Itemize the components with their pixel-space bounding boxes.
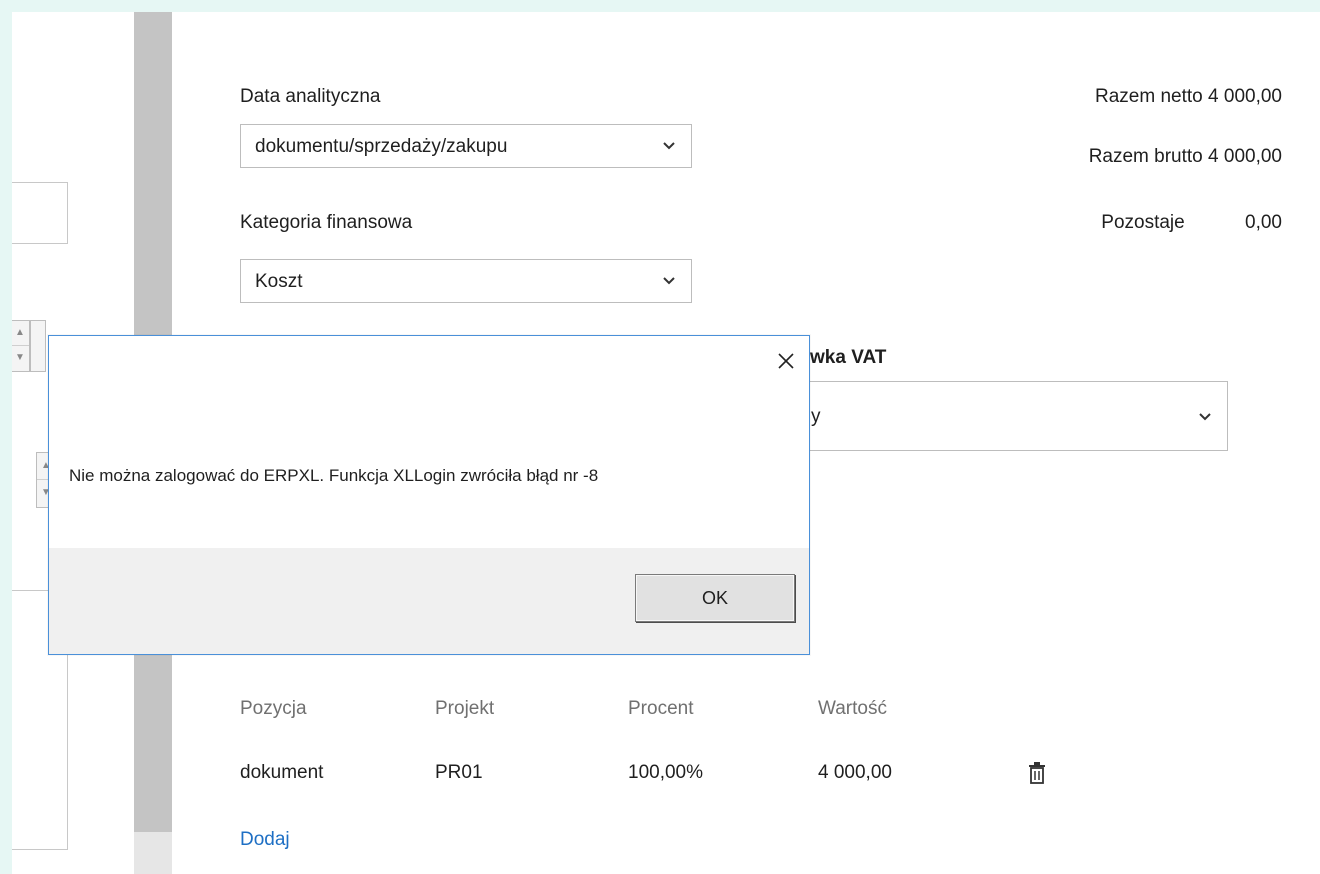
- razem-netto-label: Razem netto: [1095, 86, 1203, 107]
- cell-pozycja: dokument: [240, 762, 324, 783]
- stawka-vat-label: wka VAT: [810, 347, 887, 368]
- col-header-wartosc: Wartość: [818, 698, 887, 719]
- trash-icon[interactable]: [1028, 762, 1046, 784]
- razem-netto-row: Razem netto 4 000,00: [1095, 86, 1282, 108]
- left-dropdown-toggle-1[interactable]: [30, 320, 46, 372]
- stawka-vat-value: y: [811, 406, 821, 427]
- cell-wartosc: 4 000,00: [818, 762, 892, 783]
- close-icon[interactable]: [771, 346, 801, 376]
- data-analityczna-label: Data analityczna: [240, 86, 381, 107]
- spin-down-icon[interactable]: ▼: [12, 346, 29, 371]
- kategoria-finansowa-value: Koszt: [255, 271, 303, 292]
- data-analityczna-select[interactable]: dokumentu/sprzedaży/zakupu: [240, 124, 692, 168]
- col-header-pozycja: Pozycja: [240, 698, 307, 719]
- panel-divider-end: [134, 832, 172, 874]
- pozostaje-value: 0,00: [1245, 212, 1282, 233]
- dialog-footer: OK: [49, 548, 809, 654]
- stawka-vat-select[interactable]: y: [752, 381, 1228, 451]
- pozostaje-row: Pozostaje 0,00: [1101, 212, 1282, 234]
- dialog-message: Nie można zalogować do ERPXL. Funkcja XL…: [69, 466, 599, 485]
- add-position-link[interactable]: Dodaj: [240, 829, 290, 851]
- razem-brutto-value: 4 000,00: [1208, 146, 1282, 167]
- app-window: ▲ ▼ ▲ ▼ Data analityczna dokumentu/sprze…: [12, 12, 1320, 874]
- chevron-down-icon: [663, 277, 675, 285]
- chevron-down-icon: [663, 142, 675, 150]
- razem-brutto-row: Razem brutto 4 000,00: [1089, 146, 1282, 168]
- razem-brutto-label: Razem brutto: [1088, 146, 1203, 167]
- col-header-projekt: Projekt: [435, 698, 495, 719]
- pozostaje-label: Pozostaje: [1101, 212, 1185, 233]
- col-header-procent: Procent: [628, 698, 694, 719]
- kategoria-finansowa-select[interactable]: Koszt: [240, 259, 692, 303]
- cell-projekt: PR01: [435, 762, 483, 783]
- cell-procent: 100,00%: [628, 762, 704, 783]
- left-spinner-1[interactable]: ▲ ▼: [12, 320, 30, 372]
- razem-netto-value: 4 000,00: [1208, 86, 1282, 107]
- spin-up-icon[interactable]: ▲: [12, 321, 29, 346]
- left-input-field[interactable]: [12, 182, 68, 244]
- ok-button[interactable]: OK: [635, 574, 795, 622]
- error-dialog: Nie można zalogować do ERPXL. Funkcja XL…: [48, 335, 810, 655]
- kategoria-finansowa-label: Kategoria finansowa: [240, 212, 413, 233]
- data-analityczna-value: dokumentu/sprzedaży/zakupu: [255, 136, 508, 157]
- chevron-down-icon: [1199, 413, 1211, 421]
